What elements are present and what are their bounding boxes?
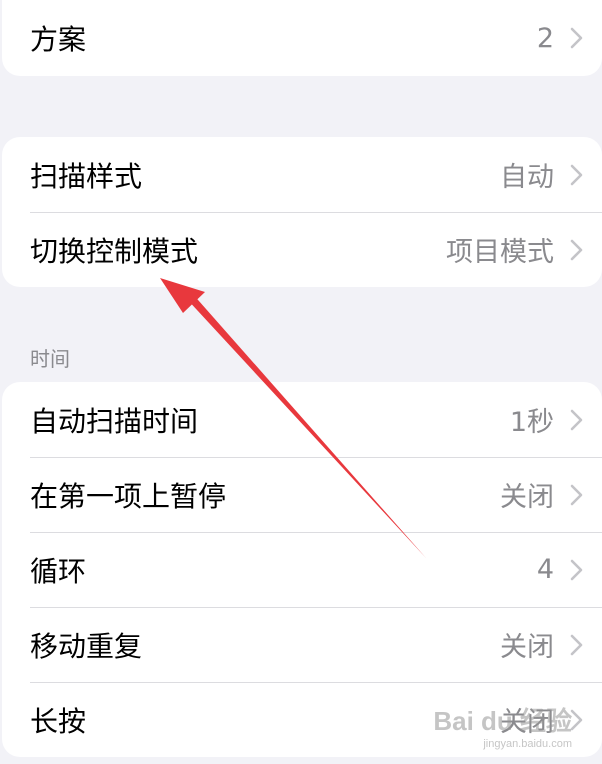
chevron-right-icon bbox=[570, 709, 583, 730]
row-value: 关闭 bbox=[500, 632, 554, 663]
chevron-right-icon bbox=[570, 239, 583, 260]
settings-row-move-repeat[interactable]: 移动重复 关闭 bbox=[2, 607, 602, 682]
chevron-right-icon bbox=[570, 484, 583, 505]
scheme-group: 方案 2 bbox=[2, 0, 602, 76]
row-label: 在第一项上暂停 bbox=[30, 479, 227, 513]
settings-row-pause-on-first-item[interactable]: 在第一项上暂停 关闭 bbox=[2, 457, 602, 532]
settings-row-switch-control-mode[interactable]: 切换控制模式 项目模式 bbox=[2, 212, 602, 287]
chevron-right-icon bbox=[570, 27, 583, 49]
time-group: 自动扫描时间 1秒 在第一项上暂停 关闭 循环 4 移动重复 关闭 长按 关闭 bbox=[2, 382, 602, 757]
row-value: 关闭 bbox=[500, 707, 554, 738]
chevron-right-icon bbox=[570, 409, 583, 430]
section-header-time: 时间 bbox=[30, 347, 70, 371]
row-label: 扫描样式 bbox=[30, 159, 143, 193]
chevron-right-icon bbox=[570, 634, 583, 655]
settings-row-loops[interactable]: 循环 4 bbox=[2, 532, 602, 607]
settings-row-scheme[interactable]: 方案 2 bbox=[2, 0, 602, 76]
row-value: 自动 bbox=[500, 162, 554, 193]
row-label: 长按 bbox=[30, 704, 87, 738]
chevron-right-icon bbox=[570, 164, 583, 185]
row-value: 2 bbox=[536, 22, 554, 54]
row-value: 项目模式 bbox=[446, 237, 554, 268]
row-label: 切换控制模式 bbox=[30, 234, 199, 268]
settings-row-auto-scan-time[interactable]: 自动扫描时间 1秒 bbox=[2, 382, 602, 457]
row-value: 1秒 bbox=[509, 407, 554, 438]
row-label: 循环 bbox=[30, 554, 87, 588]
row-value: 4 bbox=[536, 554, 554, 585]
settings-row-long-press[interactable]: 长按 关闭 bbox=[2, 682, 602, 757]
row-label: 移动重复 bbox=[30, 629, 143, 663]
row-value: 关闭 bbox=[500, 482, 554, 513]
row-label: 方案 bbox=[30, 23, 87, 56]
row-label: 自动扫描时间 bbox=[30, 404, 199, 438]
settings-row-scan-style[interactable]: 扫描样式 自动 bbox=[2, 137, 602, 212]
chevron-right-icon bbox=[570, 559, 583, 580]
scan-style-group: 扫描样式 自动 切换控制模式 项目模式 bbox=[2, 137, 602, 287]
